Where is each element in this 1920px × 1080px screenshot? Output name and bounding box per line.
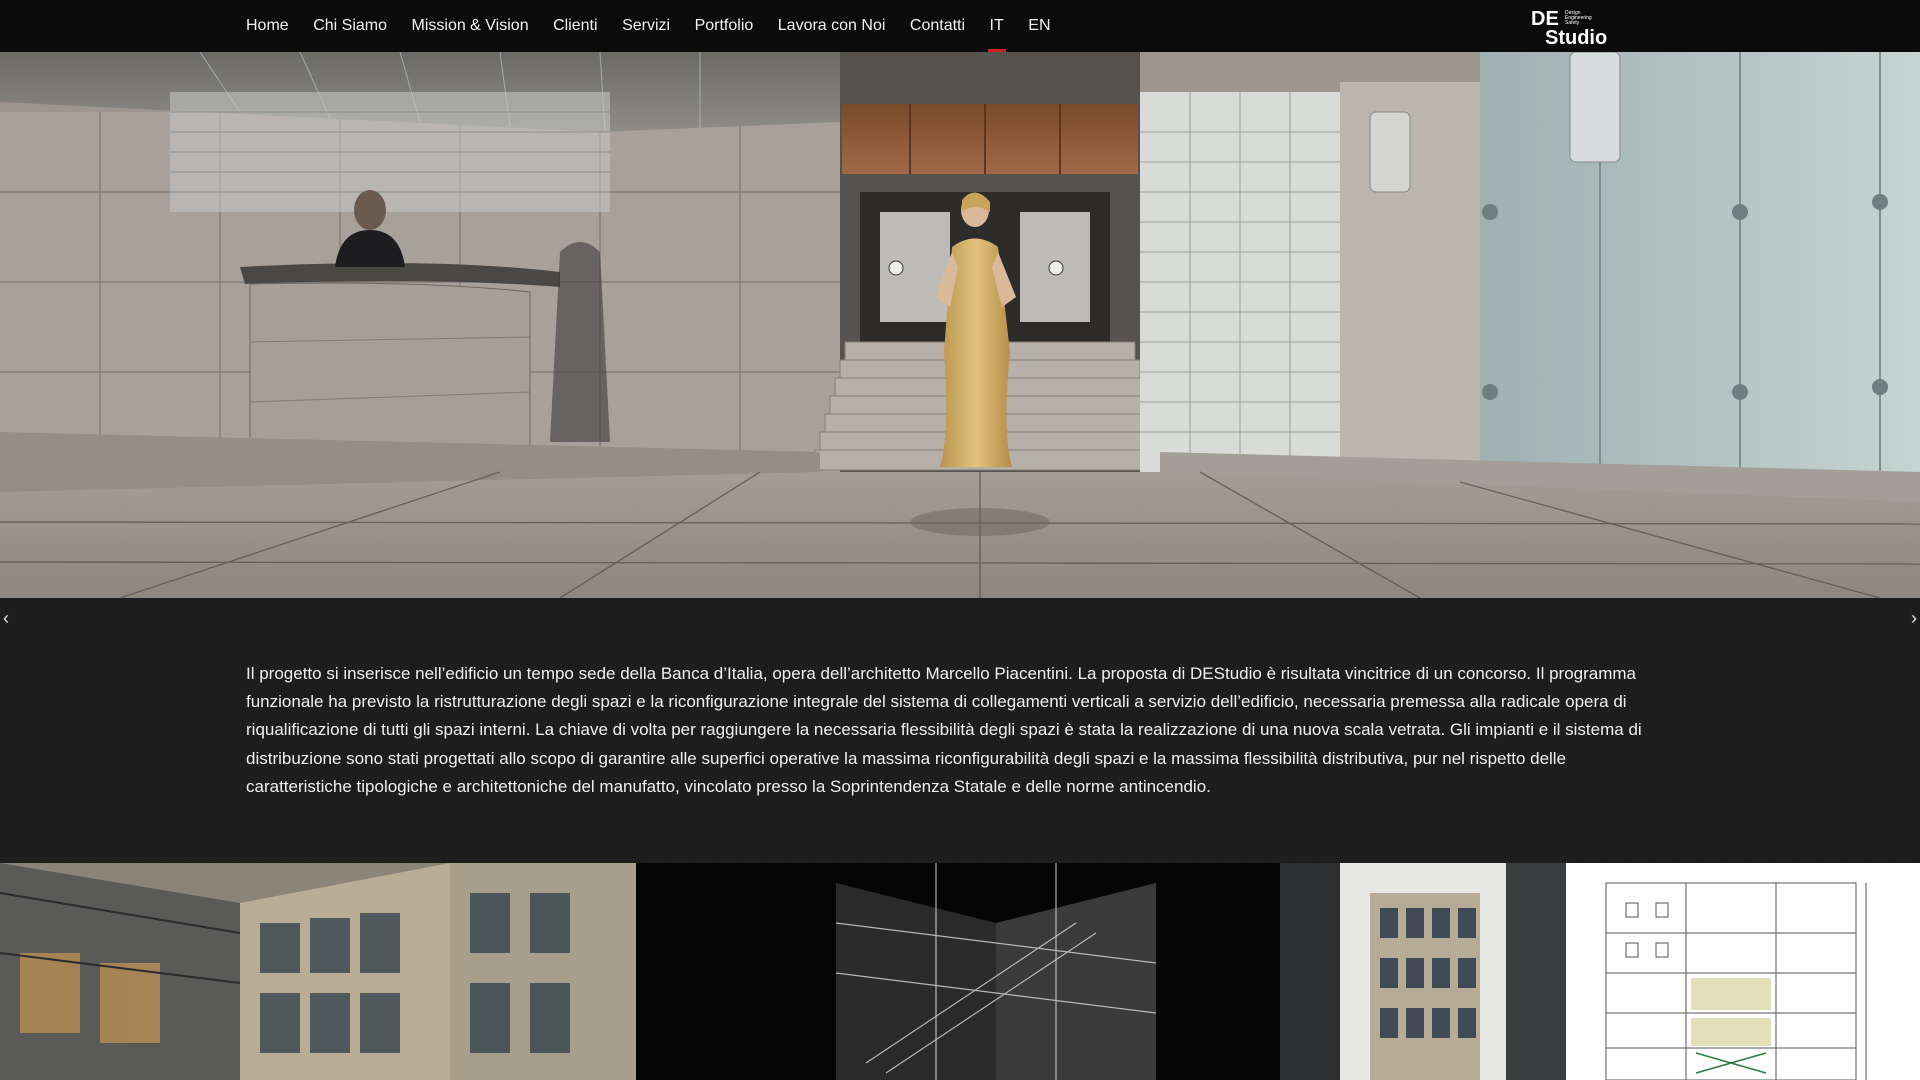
gallery-image-staircase: [636, 863, 1280, 1080]
hero-slider-image: [0, 52, 1920, 598]
gallery-thumb-courtyard[interactable]: [1280, 863, 1566, 1080]
hero-render-illustration: [0, 52, 1920, 598]
gallery-image-facade: [0, 863, 636, 1080]
main-menu: Home Chi Siamo Mission & Vision Clienti …: [246, 0, 1075, 52]
project-description: Il progetto si inserisce nell’edificio u…: [246, 664, 1642, 796]
chevron-right-icon: ›: [1911, 608, 1917, 628]
nav-item-contatti[interactable]: Contatti: [910, 0, 965, 52]
chevron-left-icon: ‹: [3, 608, 9, 628]
gallery-image-courtyard: [1280, 863, 1566, 1080]
top-navigation-bar: Home Chi Siamo Mission & Vision Clienti …: [0, 0, 1920, 52]
language-en[interactable]: EN: [1028, 0, 1050, 52]
nav-item-clienti[interactable]: Clienti: [553, 0, 597, 52]
project-gallery: [0, 863, 1920, 1080]
gallery-thumb-staircase[interactable]: [636, 863, 1280, 1080]
nav-item-home[interactable]: Home: [246, 0, 289, 52]
nav-item-lavora-con-noi[interactable]: Lavora con Noi: [778, 0, 886, 52]
gallery-thumb-section-drawing[interactable]: [1566, 863, 1920, 1080]
destudio-logo[interactable]: DE Design Engineering Safety Studio: [1530, 6, 1622, 49]
nav-item-chi-siamo[interactable]: Chi Siamo: [313, 0, 387, 52]
slider-prev-button[interactable]: ‹: [0, 606, 14, 630]
nav-item-mission-vision[interactable]: Mission & Vision: [412, 0, 529, 52]
nav-item-servizi[interactable]: Servizi: [622, 0, 670, 52]
language-it[interactable]: IT: [987, 0, 1007, 52]
slider-next-button[interactable]: ›: [1906, 606, 1920, 630]
logo-tagline-3: Safety: [1565, 20, 1580, 26]
logo-word: Studio: [1545, 27, 1607, 46]
project-description-section: ‹ › Il progetto si inserisce nell’edific…: [0, 598, 1920, 863]
gallery-thumb-facade[interactable]: [0, 863, 636, 1080]
gallery-image-section-drawing: [1566, 863, 1920, 1080]
nav-item-portfolio[interactable]: Portfolio: [695, 0, 754, 52]
